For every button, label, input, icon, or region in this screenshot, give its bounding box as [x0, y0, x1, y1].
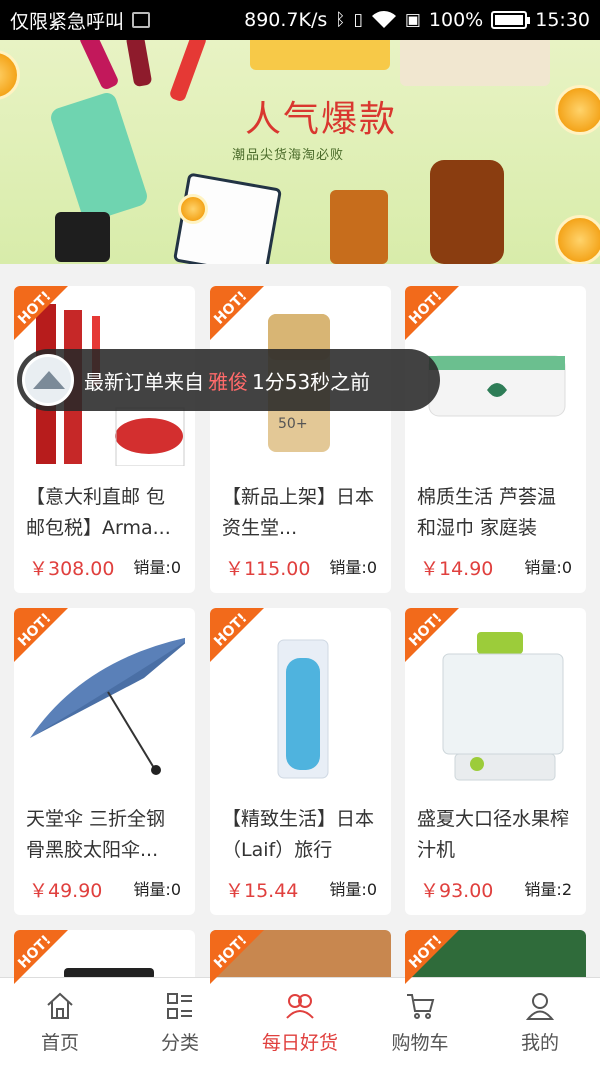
sim-icon: ▣	[404, 10, 421, 30]
toast-message: 最新订单来自 雅俊 1分53秒之前	[84, 366, 370, 395]
bluetooth-icon: ᛒ	[335, 10, 346, 30]
product-card[interactable]: HOT! 【精致生活】日本（Laif）旅行 ￥15.44 销量:0	[210, 608, 391, 915]
tab-daily-goods[interactable]: 每日好货	[240, 978, 360, 1067]
lipstick-decoration	[78, 40, 120, 91]
product-price: ￥49.90	[29, 880, 103, 902]
product-card[interactable]: HOT! 50+ 【新品上架】日本资生堂... ￥115.00 销量:0	[210, 286, 391, 593]
product-name: 棉质生活 芦荟温和湿巾 家庭装	[417, 486, 557, 539]
promo-banner[interactable]: 人气爆款 潮品尖货海淘必败	[0, 40, 600, 264]
bottle-decoration	[48, 90, 150, 224]
product-card[interactable]: HOT! 棉质生活 芦荟温和湿巾 家庭装 ￥14.90 销量:0	[405, 286, 586, 593]
banner-subtitle: 潮品尖货海淘必败	[232, 148, 345, 163]
product-name: 【精致生活】日本（Laif）旅行	[222, 808, 375, 861]
tab-label: 首页	[40, 1032, 79, 1054]
tab-cart[interactable]: 购物车	[360, 978, 480, 1067]
product-card[interactable]: HOT! 【意大利直邮 包邮包税】Arma... ￥308.00 销量:0	[14, 286, 195, 593]
product-box-decoration	[250, 40, 390, 70]
vibrate-icon: ▯	[353, 10, 363, 30]
product-card[interactable]: HOT! 天堂伞 三折全钢骨黑胶太阳伞... ￥49.90 销量:0	[14, 608, 195, 915]
product-sales: 销量:0	[133, 558, 181, 577]
product-price: ￥308.00	[29, 558, 115, 580]
cart-icon	[407, 994, 435, 1019]
product-card[interactable]: HOT! 盛夏大口径水果榨汁机 ￥93.00 销量:2	[405, 608, 586, 915]
status-bar: 仅限紧急呼叫 890.7K/s ᛒ ▯ ▣ 100% 15:30	[0, 0, 600, 40]
product-sales: 销量:0	[329, 880, 377, 899]
svg-text:50+: 50+	[278, 416, 308, 432]
product-sales: 销量:0	[329, 558, 377, 577]
toast-time: 1分53秒之前	[252, 369, 371, 394]
product-price: ￥93.00	[420, 880, 494, 902]
home-icon	[47, 992, 73, 1019]
product-price: ￥15.44	[225, 880, 299, 902]
tab-label: 每日好货	[261, 1032, 338, 1054]
recent-order-toast: 最新订单来自 雅俊 1分53秒之前	[17, 349, 440, 411]
category-icon	[167, 993, 192, 1019]
tab-profile[interactable]: 我的	[480, 978, 600, 1067]
daily-goods-icon	[286, 994, 314, 1019]
wifi-icon	[371, 11, 396, 28]
product-sales: 销量:0	[133, 880, 181, 899]
product-name: 天堂伞 三折全钢骨黑胶太阳伞...	[26, 808, 166, 861]
carrier-text: 仅限紧急呼叫	[10, 10, 125, 33]
tab-label: 我的	[520, 1032, 559, 1054]
product-name: 【新品上架】日本资生堂...	[222, 486, 375, 539]
product-price: ￥14.90	[420, 558, 494, 580]
network-speed: 890.7K/s	[244, 9, 328, 31]
profile-icon	[525, 993, 555, 1020]
jar-decoration	[55, 212, 110, 262]
tab-home[interactable]: 首页	[0, 978, 120, 1067]
jar-decoration	[330, 190, 388, 264]
orange-decoration	[555, 215, 600, 264]
lipstick-decoration	[168, 40, 208, 103]
tab-category[interactable]: 分类	[120, 978, 240, 1067]
image-notification-icon	[132, 12, 151, 28]
avatar	[22, 354, 74, 406]
product-price: ￥115.00	[225, 558, 311, 580]
clock: 15:30	[535, 9, 590, 31]
battery-percent: 100%	[428, 9, 484, 31]
product-sales: 销量:2	[524, 880, 572, 899]
product-box-decoration	[400, 40, 550, 86]
banner-title: 人气爆款	[245, 99, 398, 140]
product-sales: 销量:0	[524, 558, 572, 577]
tab-label: 分类	[160, 1032, 199, 1054]
toast-prefix: 最新订单来自	[84, 369, 204, 394]
orange-decoration	[555, 85, 600, 135]
battery-icon	[491, 11, 531, 29]
orange-decoration	[178, 194, 208, 224]
tab-label: 购物车	[391, 1032, 449, 1054]
product-name: 【意大利直邮 包邮包税】Arma...	[26, 486, 171, 539]
product-name: 盛夏大口径水果榨汁机	[417, 808, 570, 861]
bottle-decoration	[430, 160, 504, 264]
orange-decoration	[0, 50, 20, 100]
toast-buyer-name: 雅俊	[208, 369, 248, 394]
lipstick-decoration	[125, 40, 153, 88]
bottom-tab-bar: 首页 分类 每日好货 购物车 我的	[0, 977, 600, 1067]
